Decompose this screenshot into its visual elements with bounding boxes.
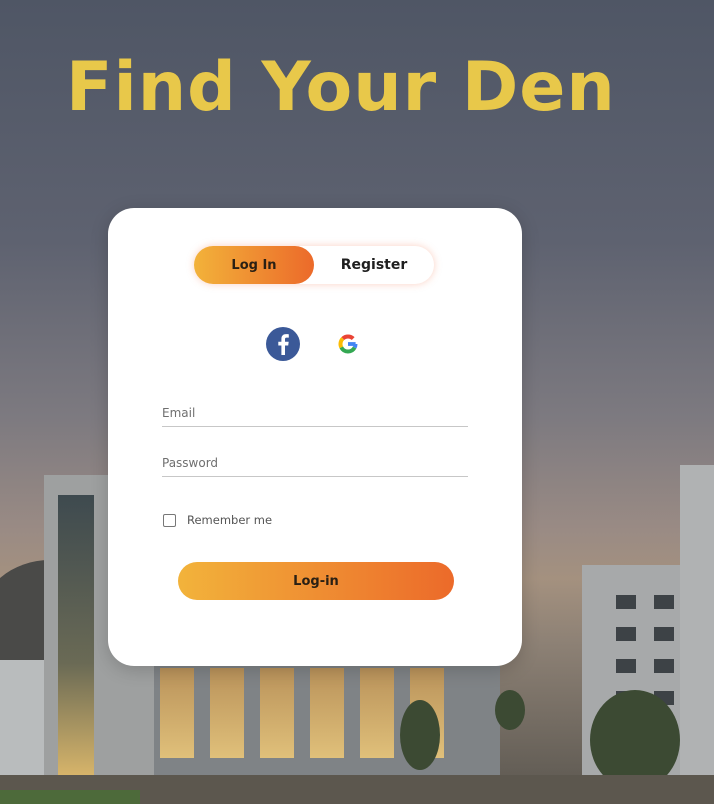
- password-field[interactable]: [162, 443, 468, 477]
- password-input[interactable]: [162, 443, 468, 476]
- auth-card: Log In Register Remember me Log-in: [108, 208, 522, 666]
- page-headline: Find Your Den: [66, 48, 616, 127]
- background-tree: [495, 690, 525, 730]
- remember-me-checkbox[interactable]: [163, 513, 176, 527]
- tab-register[interactable]: Register: [314, 246, 434, 284]
- background-tree: [400, 700, 440, 770]
- facebook-icon[interactable]: [265, 326, 301, 362]
- google-icon[interactable]: [330, 326, 366, 362]
- email-field[interactable]: [162, 393, 468, 427]
- email-input[interactable]: [162, 393, 468, 426]
- login-submit-button[interactable]: Log-in: [178, 562, 454, 600]
- tab-login[interactable]: Log In: [194, 246, 314, 284]
- auth-toggle: Log In Register: [194, 246, 434, 284]
- background-building: [0, 660, 46, 780]
- background-grass: [0, 790, 140, 804]
- remember-me-row: Remember me: [163, 513, 272, 527]
- background-building: [680, 465, 714, 785]
- remember-me-label: Remember me: [187, 513, 273, 527]
